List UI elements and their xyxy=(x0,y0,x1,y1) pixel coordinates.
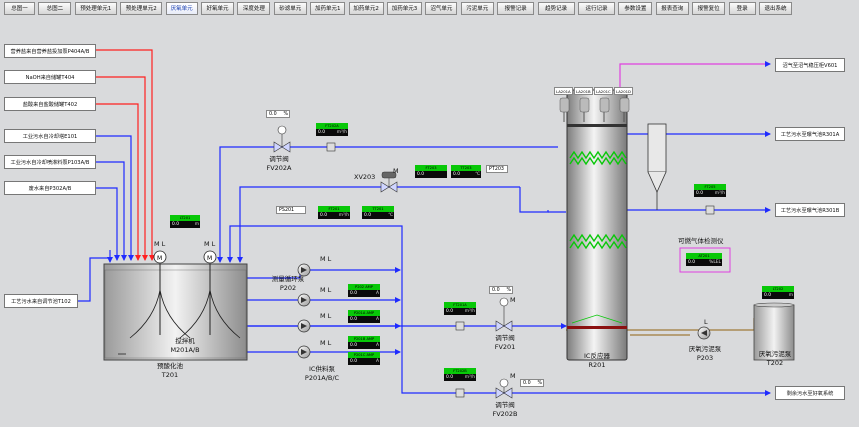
mixer-b-ml: M L xyxy=(204,240,216,248)
gas-separator xyxy=(647,123,667,210)
p202-ml: M L xyxy=(320,255,332,263)
tank-name: 预酸化池 xyxy=(157,362,183,370)
dest-box-r301a[interactable]: 工艺污水至曝气池R301A xyxy=(775,127,845,141)
lt202-value: 0.0 m xyxy=(762,292,794,299)
svg-text:M: M xyxy=(207,255,212,262)
pump-p201c[interactable] xyxy=(297,345,311,359)
p203-l: L xyxy=(704,318,708,326)
p201b-ml: M L xyxy=(320,312,332,320)
fv202a-percent[interactable]: 0.0% xyxy=(266,110,290,118)
svg-text:M: M xyxy=(157,255,162,262)
ft205-value: 0.0 m³/h xyxy=(694,190,726,197)
ft201-value: 0.0 m³/h xyxy=(318,212,350,219)
valve-fv202b[interactable] xyxy=(495,378,513,399)
feed-lines xyxy=(78,49,155,302)
fv201-m: M xyxy=(510,296,516,304)
la201b-label: LA201B xyxy=(574,87,593,95)
p203-label: 厌氧污泥泵 xyxy=(688,345,722,353)
fv201-percent[interactable]: 0.0% xyxy=(489,286,513,294)
tt203-value: 0.0 ℃ xyxy=(451,171,481,178)
la201c-label: LA201C xyxy=(594,87,613,95)
hmi-screen: 总图一 总图二 预处理单元1 预处理单元2 厌氧单元 好氧单元 深度处理 砂滤单元 加药单元1 加… xyxy=(0,0,859,427)
la201d-label: LA201D xyxy=(614,87,633,95)
pump-p203[interactable] xyxy=(697,326,711,340)
la201a-label: LA201A xyxy=(554,87,573,95)
t202-label: 厌氧污泥泵 xyxy=(758,350,792,358)
p202-amp-value: 0.0 A xyxy=(348,290,380,297)
ic-reactor xyxy=(559,89,630,361)
lt201-value: 0.0 m xyxy=(170,221,200,228)
ft201a-value: 0.0 m³/h xyxy=(444,308,476,315)
mixer-id: M201A/B xyxy=(170,346,200,354)
fv202b-id: FV202B xyxy=(492,410,518,418)
fv201-label: 调节阀 xyxy=(495,334,515,342)
fv202b-label: 调节阀 xyxy=(495,401,515,409)
flowmeter-ft201a xyxy=(455,321,465,331)
p201c-amp-value: 0.0 A xyxy=(348,358,380,365)
mixer-label: 搅拌机 xyxy=(175,337,195,345)
gas-detector-title: 可燃气体检测仪 xyxy=(678,237,724,245)
p201-id: P201A/B/C xyxy=(304,374,340,382)
pump-p201b[interactable] xyxy=(297,319,311,333)
p201a-amp-value: 0.0 A xyxy=(348,316,380,323)
fv202b-percent[interactable]: 0.0% xyxy=(520,379,544,387)
source-box-3[interactable]: 盐酸来自盐酸储罐T402 xyxy=(4,97,96,111)
process-diagram: M M xyxy=(78,49,795,399)
fv202a-label: 调节阀 xyxy=(269,155,289,163)
dest-box-biogas[interactable]: 沼气至沼气稳压柜V601 xyxy=(775,58,845,72)
valve-xv203[interactable] xyxy=(380,171,398,193)
reactor-name: IC反应器 xyxy=(584,352,610,360)
source-box-bottom[interactable]: 工艺污水来自调节池T102 xyxy=(4,294,78,308)
p202-label: 测量循环泵 xyxy=(271,275,305,283)
pt203-tag: PT203 xyxy=(486,165,508,173)
p201a-ml: M L xyxy=(320,286,332,294)
ft202b-value: 0.0 m³/h xyxy=(444,374,476,381)
ft203-value: 0.0 xyxy=(415,171,447,178)
mixer-a-ml: M L xyxy=(154,240,166,248)
valve-fv202a[interactable] xyxy=(273,125,291,153)
t202-id: T202 xyxy=(766,359,784,367)
fv201-id: FV201 xyxy=(494,343,516,351)
dest-box-r301b[interactable]: 工艺污水至曝气池R301B xyxy=(775,203,845,217)
pump-p201a[interactable] xyxy=(297,293,311,307)
source-box-1[interactable]: 营养盐来自营养盐投加泵P404A/B xyxy=(4,44,96,58)
xv203-m: M xyxy=(393,167,399,175)
p201c-ml: M L xyxy=(320,339,332,347)
reactor-id: R201 xyxy=(588,361,606,369)
fv202b-m: M xyxy=(510,372,516,380)
source-box-2[interactable]: NaOH来自储罐T404 xyxy=(4,70,96,84)
ft202a-value: 0.0 m³/h xyxy=(316,129,348,136)
at201-value: 0.0 %LEL xyxy=(686,259,722,266)
ps201-tag: PS201 xyxy=(276,206,306,214)
tt201-value: 0.0 ℃ xyxy=(362,212,394,219)
xv203-label: XV203 xyxy=(354,173,376,181)
source-box-6[interactable]: 废水来自P302A/B xyxy=(4,181,96,195)
p201-label: IC供料泵 xyxy=(309,365,335,373)
flowmeter-ft205 xyxy=(705,205,715,215)
source-box-4[interactable]: 工业污水自冷却塔E101 xyxy=(4,129,96,143)
fv202a-id: FV202A xyxy=(266,164,292,172)
source-box-5[interactable]: 工业污水自冷却喷淋料泵P103A/B xyxy=(4,155,96,169)
dest-box-aerobic[interactable]: 剩余污水至好氧系统 xyxy=(775,386,845,400)
p203-id: P203 xyxy=(696,354,714,362)
tank-id: T201 xyxy=(161,371,179,379)
p202-id: P202 xyxy=(279,284,297,292)
p201b-amp-value: 0.0 A xyxy=(348,342,380,349)
flowmeter-ft202b xyxy=(455,388,465,398)
flowmeter-ft202a xyxy=(326,142,336,152)
